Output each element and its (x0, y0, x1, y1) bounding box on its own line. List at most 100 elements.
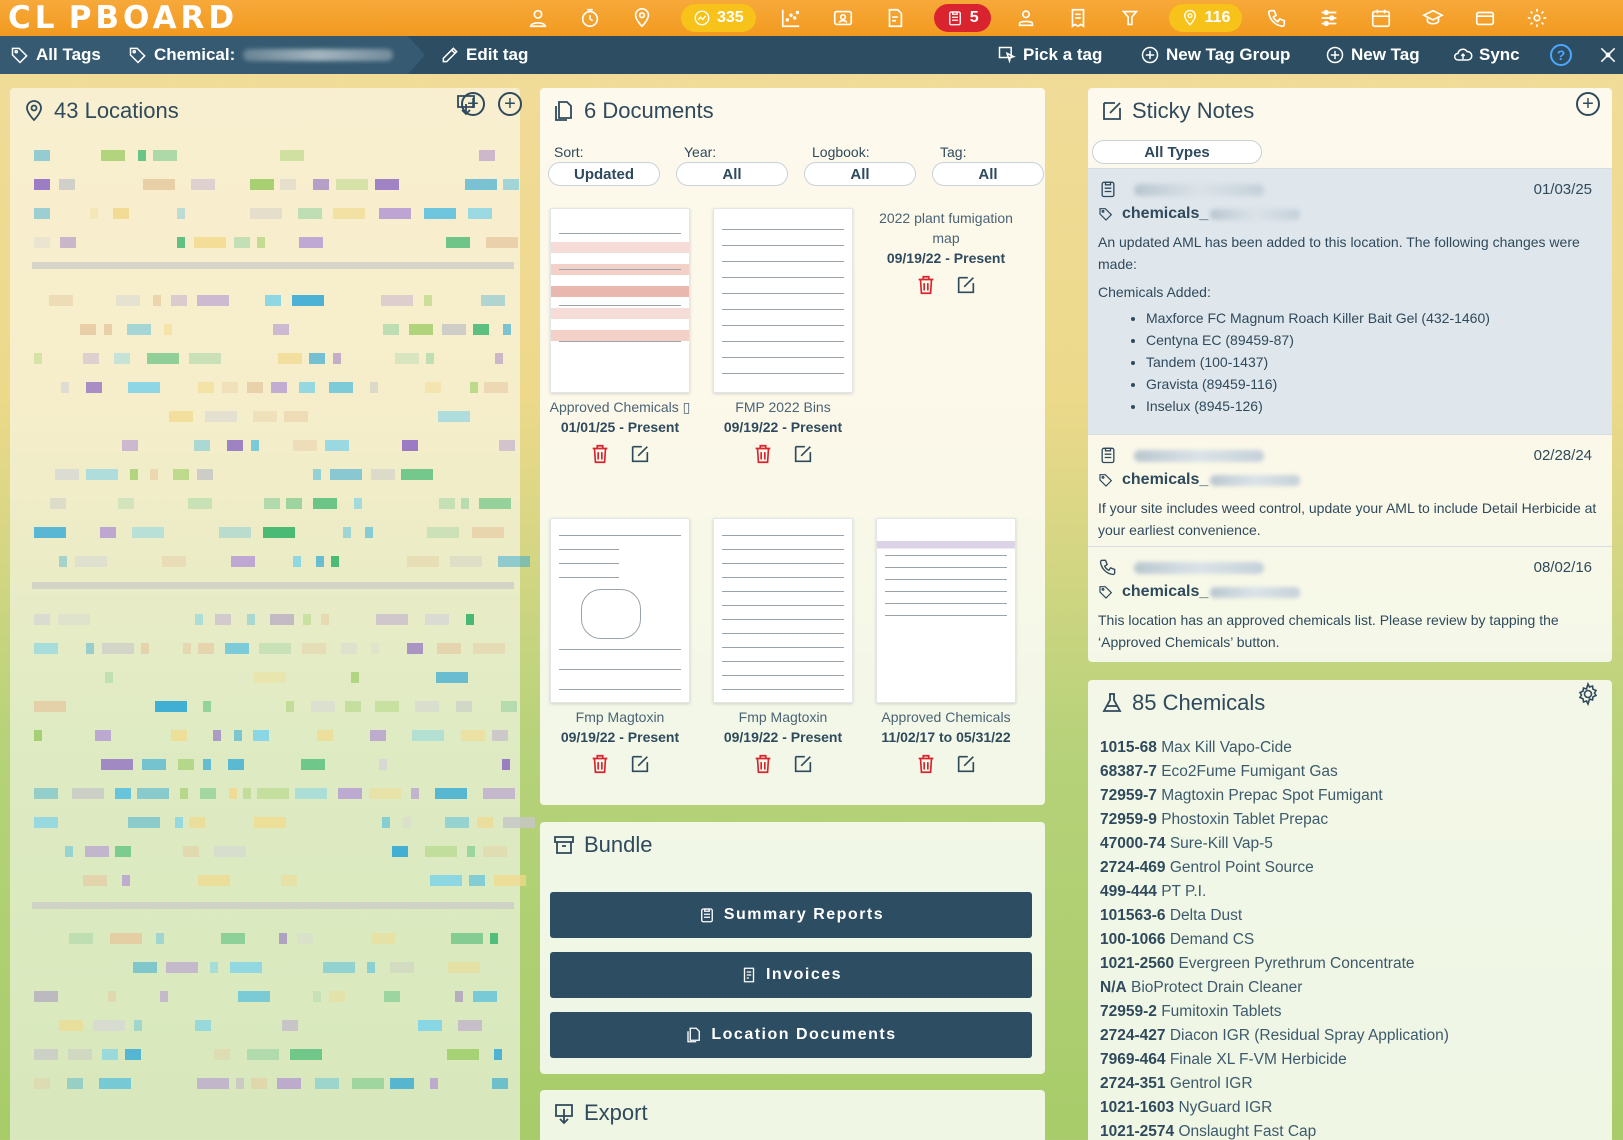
document-thumbnail[interactable] (876, 518, 1016, 703)
chemical-row[interactable]: 1015-68 Max Kill Vapo-Cide (1100, 736, 1600, 760)
redacted-location-row[interactable] (34, 817, 535, 829)
current-tag-crumb[interactable]: Chemical: (128, 36, 394, 74)
redacted-location-row[interactable] (34, 208, 514, 220)
chemical-row[interactable]: 2724-469 Gentrol Point Source (1100, 856, 1600, 880)
redacted-location-row[interactable] (34, 788, 515, 800)
list-settings-icon[interactable] (1316, 5, 1342, 31)
edit-icon[interactable] (792, 753, 814, 778)
chemical-row[interactable]: 1021-2574 Onslaught Fast Cap (1100, 1120, 1600, 1140)
sticky-note[interactable]: 01/03/25 chemicals_ An updated AML has b… (1088, 168, 1612, 434)
export-header[interactable]: Export (552, 1100, 648, 1126)
document-card[interactable]: 2022 plant fumigation map 09/19/22 - Pre… (871, 208, 1021, 299)
user-icon[interactable] (525, 5, 551, 31)
delete-icon[interactable] (589, 753, 611, 778)
stopwatch-icon[interactable] (577, 5, 603, 31)
id-card-icon[interactable] (830, 5, 856, 31)
delete-icon[interactable] (589, 443, 611, 468)
chemical-row[interactable]: 72959-7 Magtoxin Prepac Spot Fumigant (1100, 784, 1600, 808)
chemical-row[interactable]: 68387-7 Eco2Fume Fumigant Gas (1100, 760, 1600, 784)
graduation-cap-icon[interactable] (1420, 5, 1446, 31)
edit-icon[interactable] (955, 753, 977, 778)
redacted-location-row[interactable] (34, 759, 514, 771)
tag-select[interactable]: All (932, 162, 1044, 186)
map-pin-icon[interactable] (629, 5, 655, 31)
redacted-location-row[interactable] (34, 353, 514, 365)
document-card[interactable]: Fmp Magtoxin 09/19/22 - Present (545, 518, 695, 778)
redacted-location-row[interactable] (34, 1078, 514, 1090)
sticky-note[interactable]: 08/02/16 chemicals_ This location has an… (1088, 546, 1612, 658)
scatter-chart-icon[interactable] (778, 5, 804, 31)
edit-icon[interactable] (629, 443, 651, 468)
redacted-location-row[interactable] (34, 498, 514, 510)
locations-badge[interactable]: 116 (1168, 4, 1243, 32)
location-documents-button[interactable]: Location Documents (550, 1012, 1032, 1058)
redacted-location-row[interactable] (34, 875, 526, 887)
redacted-location-row[interactable] (34, 179, 519, 191)
edit-tag-button[interactable]: Edit tag (440, 36, 528, 74)
gear-icon[interactable] (1524, 5, 1550, 31)
document-edit-icon[interactable] (882, 5, 908, 31)
document-card[interactable]: Fmp Magtoxin 09/19/22 - Present (708, 518, 858, 778)
chemical-row[interactable]: 72959-2 Fumitoxin Tablets (1100, 1000, 1600, 1024)
chemical-row[interactable]: 101563-6 Delta Dust (1100, 904, 1600, 928)
tools-button[interactable] (1598, 36, 1623, 74)
redacted-location-row[interactable] (34, 701, 517, 713)
redacted-location-row[interactable] (34, 295, 514, 307)
chemical-row[interactable]: 499-444 PT P.I. (1100, 880, 1600, 904)
chemical-row[interactable]: 47000-74 Sure-Kill Vap-5 (1100, 832, 1600, 856)
redacted-location-row[interactable] (34, 991, 514, 1003)
phone-icon[interactable] (1264, 5, 1290, 31)
summary-reports-button[interactable]: Summary Reports (550, 892, 1032, 938)
delete-icon[interactable] (752, 443, 774, 468)
note-tag[interactable]: chemicals_ (1098, 583, 1301, 601)
app-logo[interactable]: CL PBOARD (8, 0, 238, 36)
redacted-location-row[interactable] (34, 469, 514, 481)
new-tag-group-button[interactable]: New Tag Group (1140, 36, 1290, 74)
calendar-icon[interactable] (1368, 5, 1394, 31)
redacted-location-row[interactable] (34, 933, 514, 945)
edit-icon[interactable] (629, 753, 651, 778)
chemical-row[interactable]: 2724-427 Diacon IGR (Residual Spray Appl… (1100, 1024, 1600, 1048)
redacted-location-row[interactable] (34, 614, 514, 626)
document-thumbnail[interactable] (550, 518, 690, 703)
chemical-row[interactable]: N/A BioProtect Drain Cleaner (1100, 976, 1600, 1000)
document-card[interactable]: FMP 2022 Bins 09/19/22 - Present (708, 208, 858, 468)
documents-badge[interactable]: 5 (933, 4, 991, 32)
alerts-badge[interactable]: 335 (681, 4, 756, 32)
chemical-row[interactable]: 1021-2560 Evergreen Pyrethrum Concentrat… (1100, 952, 1600, 976)
redacted-location-row[interactable] (34, 150, 514, 162)
add-note-button[interactable]: + (1576, 92, 1600, 116)
redacted-location-row[interactable] (34, 1020, 514, 1032)
sort-select[interactable]: Updated (548, 162, 660, 186)
year-select[interactable]: All (676, 162, 788, 186)
credit-card-icon[interactable] (1472, 5, 1498, 31)
chemical-row[interactable]: 100-1066 Demand CS (1100, 928, 1600, 952)
sticky-note[interactable]: 02/28/24 chemicals_ If your site include… (1088, 434, 1612, 546)
chemical-row[interactable]: 1021-1603 NyGuard IGR (1100, 1096, 1600, 1120)
document-thumbnail[interactable] (713, 518, 853, 703)
delete-icon[interactable] (915, 274, 937, 299)
help-button[interactable]: ? (1550, 36, 1572, 74)
redacted-location-row[interactable] (34, 324, 514, 336)
receipt-icon[interactable] (1065, 5, 1091, 31)
add-document-button[interactable]: + (461, 92, 485, 116)
redacted-location-row[interactable] (34, 1049, 514, 1061)
redacted-location-row[interactable] (34, 440, 515, 452)
redacted-location-row[interactable] (34, 643, 514, 655)
spray-icon[interactable] (1117, 5, 1143, 31)
delete-icon[interactable] (752, 753, 774, 778)
all-tags-link[interactable]: All Tags (10, 36, 101, 74)
redacted-location-row[interactable] (34, 527, 514, 539)
logbook-select[interactable]: All (804, 162, 916, 186)
chemical-row[interactable]: 7969-464 Finale XL F-VM Herbicide (1100, 1048, 1600, 1072)
redacted-location-row[interactable] (34, 411, 514, 423)
invoices-button[interactable]: Invoices (550, 952, 1032, 998)
document-thumbnail[interactable] (550, 208, 690, 393)
pick-a-tag-button[interactable]: Pick a tag (997, 36, 1102, 74)
document-thumbnail[interactable] (713, 208, 853, 393)
redacted-location-row[interactable] (34, 382, 514, 394)
redacted-location-row[interactable] (34, 962, 514, 974)
note-tag[interactable]: chemicals_ (1098, 205, 1301, 223)
edit-icon[interactable] (792, 443, 814, 468)
gear-icon[interactable] (1576, 681, 1600, 711)
